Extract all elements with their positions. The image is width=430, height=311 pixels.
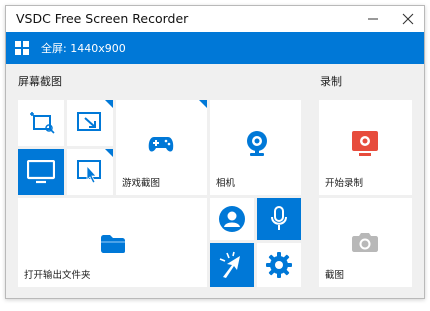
monitor-icon [27, 160, 55, 184]
cursor-effects-button[interactable] [210, 243, 254, 287]
fullscreen-resolution-text: 全屏: 1440x900 [41, 42, 126, 55]
corner-indicator [199, 100, 207, 108]
windows-icon [15, 41, 29, 55]
screenshot-button[interactable]: 截图 [319, 198, 412, 287]
fullscreen-button[interactable] [18, 149, 64, 195]
game-capture-button[interactable]: 游戏截图 [116, 100, 207, 195]
avatar-button[interactable] [210, 198, 254, 240]
camera-button[interactable]: 相机 [210, 100, 301, 195]
corner-indicator [105, 149, 113, 157]
area-resize-icon [77, 112, 101, 131]
start-recording-label: 开始录制 [325, 178, 364, 189]
corner-indicator [105, 100, 113, 108]
screenshot-label: 截图 [325, 270, 345, 281]
microphone-button[interactable] [257, 198, 301, 240]
window-cursor-icon [77, 160, 101, 184]
window-title: VSDC Free Screen Recorder [16, 11, 189, 26]
cursor-click-icon [219, 251, 240, 278]
settings-button[interactable] [257, 243, 301, 287]
webcam-icon [247, 131, 267, 156]
close-icon [402, 13, 414, 25]
close-button[interactable] [393, 6, 423, 32]
area-resize-button[interactable] [67, 100, 113, 146]
title-bar: VSDC Free Screen Recorder [6, 6, 424, 32]
gamepad-icon [148, 137, 174, 152]
open-output-folder-button[interactable]: 打开输出文件夹 [18, 198, 207, 287]
minimize-button[interactable] [358, 6, 388, 32]
user-avatar-icon [219, 206, 245, 232]
app-window: VSDC Free Screen Recorder 全屏: 1440x900 屏… [5, 5, 425, 299]
gear-icon [266, 252, 292, 278]
camera-icon [352, 233, 378, 252]
section-record-label: 录制 [320, 75, 342, 88]
microphone-icon [271, 206, 287, 230]
region-select-button[interactable] [18, 100, 64, 146]
folder-icon [101, 235, 125, 253]
camera-label: 相机 [216, 178, 236, 189]
game-capture-label: 游戏截图 [122, 178, 161, 189]
window-select-button[interactable] [67, 149, 113, 195]
minimize-icon [368, 18, 378, 20]
region-select-icon [30, 112, 55, 134]
open-output-folder-label: 打开输出文件夹 [24, 270, 91, 281]
fullscreen-mode-bar[interactable]: 全屏: 1440x900 [6, 32, 424, 64]
start-recording-button[interactable]: 开始录制 [319, 100, 412, 195]
record-screen-icon [352, 131, 378, 156]
section-screenshot-label: 屏幕截图 [18, 75, 62, 88]
